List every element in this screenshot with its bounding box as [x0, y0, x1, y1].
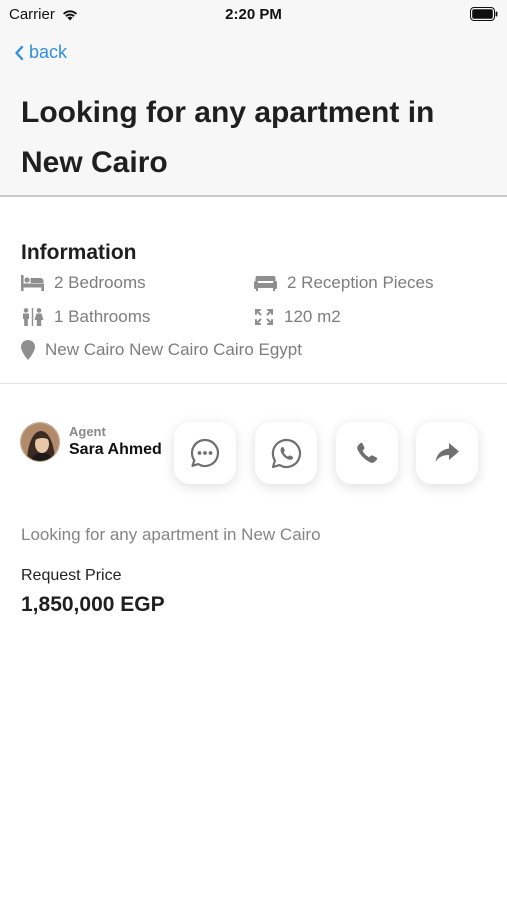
page-header: back Looking for any apartment in New Ca…: [0, 30, 507, 197]
area-info: 120 m2: [254, 307, 341, 327]
whatsapp-button[interactable]: [255, 422, 317, 484]
agent-avatar[interactable]: [20, 422, 60, 462]
bathrooms-label: 1 Bathrooms: [54, 307, 151, 326]
agent-name[interactable]: Sara Ahmed: [69, 441, 162, 459]
bedrooms-info: 2 Bedrooms: [21, 273, 146, 293]
bathrooms-info: 1 Bathrooms: [21, 307, 150, 327]
back-button[interactable]: back: [14, 42, 67, 63]
status-bar: Carrier 2:20 PM: [0, 0, 507, 30]
restroom-icon: [23, 308, 44, 326]
call-button[interactable]: [336, 422, 398, 484]
status-time: 2:20 PM: [225, 6, 282, 23]
page-title: Looking for any apartment in New Cairo: [21, 96, 435, 179]
reception-label: 2 Reception Pieces: [287, 273, 434, 292]
sofa-icon: [254, 276, 277, 291]
price-label: Request Price: [21, 567, 122, 584]
back-label: back: [29, 42, 68, 62]
share-icon: [435, 443, 459, 462]
agent-photo: [21, 423, 59, 461]
whatsapp-icon: [271, 438, 301, 468]
battery-icon: [470, 7, 498, 21]
chat-button[interactable]: [174, 422, 236, 484]
agent-role-label: Agent: [69, 424, 106, 439]
section-divider: [0, 383, 507, 384]
map-pin-icon: [21, 340, 35, 360]
bedrooms-label: 2 Bedrooms: [54, 273, 146, 292]
chevron-left-icon: [15, 45, 24, 60]
reception-info: 2 Reception Pieces: [254, 273, 433, 293]
price-value: 1,850,000 EGP: [21, 593, 165, 616]
chat-bubble-icon: [190, 438, 220, 468]
area-label: 120 m2: [284, 307, 341, 326]
location-info: New Cairo New Cairo Cairo Egypt: [21, 340, 302, 360]
share-button[interactable]: [416, 422, 478, 484]
expand-icon: [255, 309, 273, 325]
bed-icon: [21, 275, 44, 291]
location-label: New Cairo New Cairo Cairo Egypt: [45, 340, 302, 359]
phone-icon: [357, 442, 378, 463]
information-heading: Information: [21, 241, 137, 264]
request-description: Looking for any apartment in New Cairo: [21, 525, 321, 544]
